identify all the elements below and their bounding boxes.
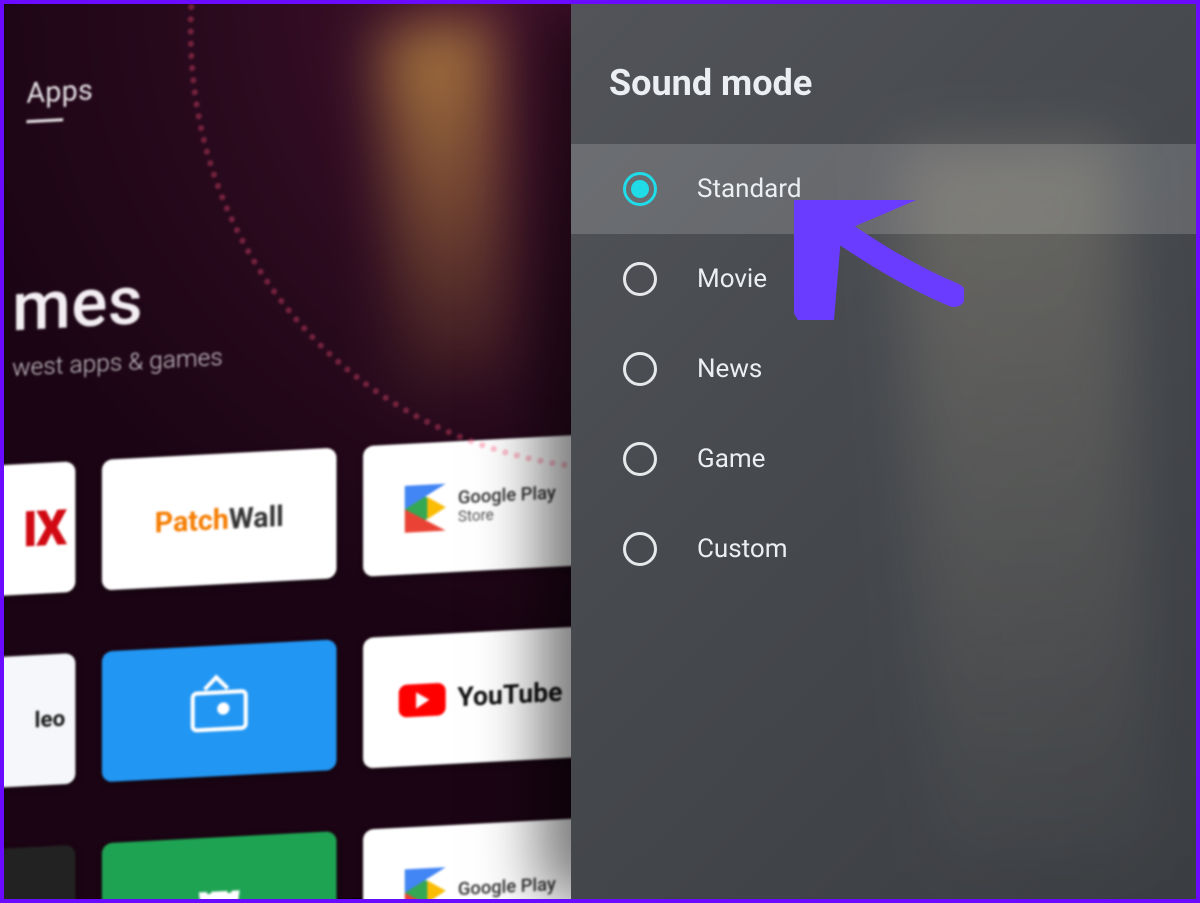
panel-title: Sound mode <box>571 62 1196 144</box>
app-tile-live-tv[interactable] <box>102 639 337 782</box>
app-row-1: IX PatchWall Google Play Store <box>0 434 598 597</box>
play-store-icon <box>405 867 446 903</box>
app-tile-youtube[interactable]: YouTube <box>363 626 598 769</box>
app-tile-play-store[interactable]: Google Play Store <box>363 434 598 577</box>
tile-label: Google Play <box>458 875 556 900</box>
app-tile-media[interactable]: EDIA <box>0 845 75 903</box>
sound-mode-option-news[interactable]: News <box>571 324 1196 414</box>
sound-mode-option-movie[interactable]: Movie <box>571 234 1196 324</box>
play-store-icon <box>405 484 446 533</box>
option-label: Standard <box>697 174 801 204</box>
sound-mode-options: Standard Movie News Game Custom <box>571 144 1196 594</box>
tile-label-part1: Patch <box>155 502 229 540</box>
radio-icon <box>623 352 657 386</box>
tile-label: leo <box>34 706 65 733</box>
option-label: Game <box>697 444 765 474</box>
radio-icon <box>623 262 657 296</box>
app-row-3: EDIA Google Play <box>0 817 598 903</box>
app-row-2: leo YouTube <box>0 626 598 789</box>
sound-mode-option-custom[interactable]: Custom <box>571 504 1196 594</box>
tile-label: IX <box>23 498 65 558</box>
option-label: News <box>697 354 762 384</box>
app-tile-play-store-2[interactable]: Google Play <box>363 817 598 903</box>
tile-label: Google Play Store <box>458 483 556 525</box>
app-tile-patchwall[interactable]: PatchWall <box>102 448 337 591</box>
option-label: Movie <box>697 264 767 294</box>
screenshot-viewport: Apps mes west apps & games IX PatchWall … <box>0 0 1200 903</box>
sound-mode-option-standard[interactable]: Standard <box>571 144 1196 234</box>
tab-apps[interactable]: Apps <box>26 73 93 123</box>
option-label: Custom <box>697 534 788 564</box>
shopping-bag-icon <box>189 877 250 903</box>
app-tile-green[interactable] <box>102 831 337 903</box>
app-tile-prime-video[interactable]: leo <box>0 653 75 788</box>
sound-mode-option-game[interactable]: Game <box>571 414 1196 504</box>
hero-subtitle-fragment: west apps & games <box>12 342 223 382</box>
radio-icon <box>623 532 657 566</box>
radio-icon <box>623 172 657 206</box>
tv-icon <box>191 689 248 733</box>
hero-title-fragment: mes <box>12 258 223 348</box>
app-tile-netflix[interactable]: IX <box>0 461 75 596</box>
screen-glare <box>379 16 517 395</box>
tile-label: EDIA <box>14 898 67 903</box>
radio-icon <box>623 442 657 476</box>
tile-label-part2: Wall <box>229 499 284 536</box>
hero-block: mes west apps & games <box>4 258 223 383</box>
sound-mode-panel: Sound mode Standard Movie News Game Cust… <box>571 4 1196 899</box>
tile-label: YouTube <box>457 678 562 713</box>
youtube-icon <box>398 683 445 718</box>
